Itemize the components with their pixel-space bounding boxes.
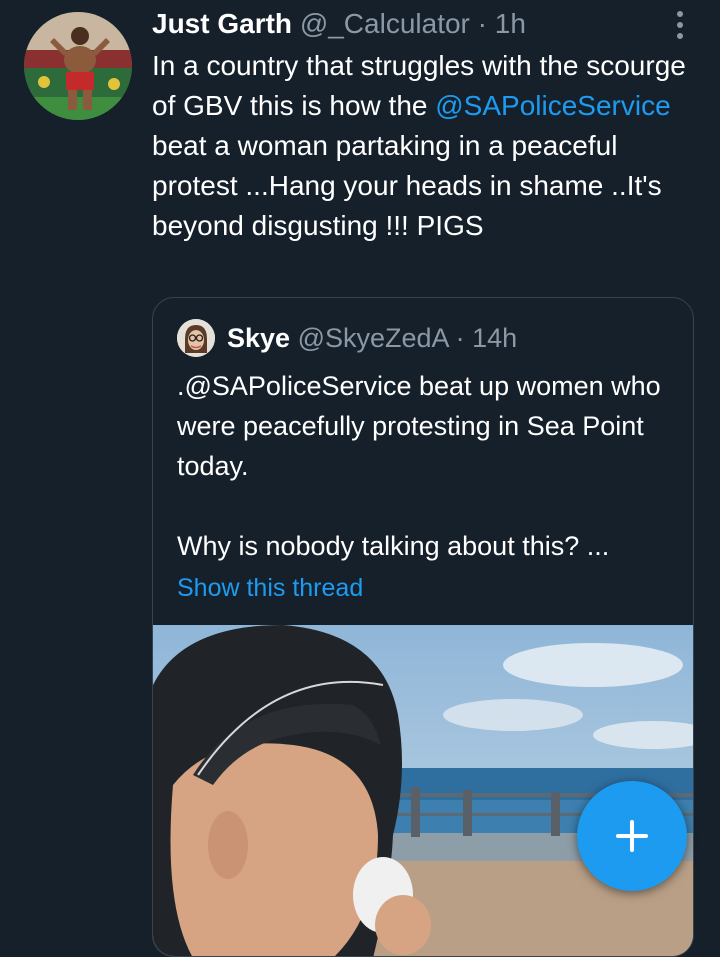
plus-icon <box>616 820 648 852</box>
quoted-author-avatar[interactable] <box>177 319 215 357</box>
quoted-handle-text[interactable]: @SkyeZedA <box>298 323 448 353</box>
more-dot <box>677 10 683 17</box>
meta-separator: · <box>469 8 495 39</box>
tweet-time[interactable]: 1h <box>495 8 526 39</box>
quoted-paragraph: .@SAPoliceService beat up women who were… <box>177 371 661 481</box>
tweet-header: Just Garth @_Calculator · 1h <box>152 6 526 42</box>
quoted-paragraph: Why is nobody talking about this? ... <box>177 531 610 561</box>
quoted-author-name[interactable]: Skye <box>227 323 290 353</box>
compose-button[interactable] <box>577 781 687 891</box>
more-dot <box>677 21 683 28</box>
quoted-handle[interactable]: @SkyeZedA <box>298 323 448 353</box>
more-dot <box>677 33 683 40</box>
show-thread-link[interactable]: Show this thread <box>177 571 363 605</box>
avatar-image <box>24 12 132 120</box>
author-handle[interactable]: @_Calculator <box>300 8 470 39</box>
mention-link[interactable]: @SAPoliceService <box>435 90 670 121</box>
author-avatar[interactable] <box>24 12 132 120</box>
tweet[interactable]: Just Garth @_Calculator · 1h In a countr… <box>0 0 720 957</box>
tweet-text: In a country that struggles with the sco… <box>152 46 692 246</box>
quoted-separator: · <box>448 323 473 353</box>
quoted-time[interactable]: 14h <box>472 323 517 353</box>
quoted-header: Skye @SkyeZedA · 14h <box>227 321 517 355</box>
tweet-text-part2: beat a woman partaking in a peaceful pro… <box>152 130 662 241</box>
author-name[interactable]: Just Garth <box>152 8 292 39</box>
quoted-text: .@SAPoliceService beat up women who were… <box>177 366 677 566</box>
author-handle-text[interactable]: @_Calculator <box>300 8 470 39</box>
more-vertical-icon[interactable] <box>668 8 692 42</box>
quoted-avatar-image <box>177 319 215 357</box>
